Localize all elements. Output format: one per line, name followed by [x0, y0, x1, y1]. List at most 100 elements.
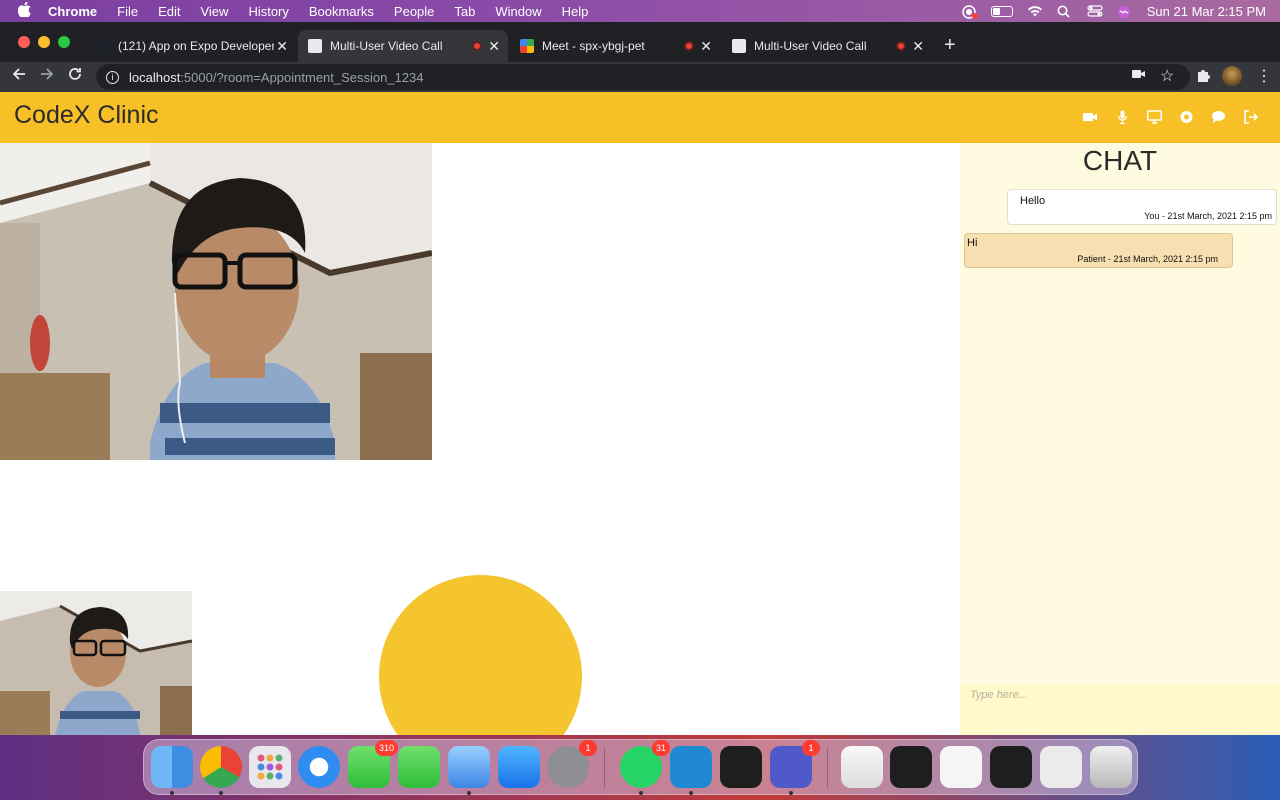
extensions-puzzle-icon[interactable] — [1196, 68, 1210, 85]
menu-help[interactable]: Help — [562, 4, 589, 19]
whatsapp-badge: 31 — [651, 740, 670, 756]
browser-tab-video-call-active[interactable]: Multi-User Video Call ✕ — [298, 30, 508, 62]
forward-button[interactable] — [40, 67, 54, 86]
apple-menu-icon[interactable] — [17, 1, 34, 21]
browser-tab-video-call[interactable]: Multi-User Video Call ✕ — [722, 30, 932, 62]
minimize-window-button[interactable] — [38, 36, 50, 48]
chat-message-you: Hello You - 21st March, 2021 2:15 pm — [1007, 189, 1277, 225]
call-controls — [1083, 110, 1259, 125]
control-center-icon[interactable] — [1087, 5, 1103, 17]
siri-icon[interactable] — [1117, 5, 1133, 18]
xcode-simulator-icon[interactable] — [448, 746, 490, 795]
tab-title: Multi-User Video Call — [754, 39, 867, 53]
recording-indicator-icon — [472, 41, 482, 51]
browser-menu-icon[interactable]: ⋮ — [1256, 66, 1272, 86]
close-window-button[interactable] — [18, 36, 30, 48]
macos-dock: 310 1 31 1 — [143, 739, 1138, 795]
running-dot — [467, 791, 471, 795]
menu-history[interactable]: History — [248, 4, 288, 19]
recording-indicator-icon — [896, 41, 906, 51]
minimized-window-4[interactable] — [990, 746, 1032, 788]
browser-tab-expo[interactable]: (121) App on Expo Developer T ✕ — [86, 30, 296, 62]
menu-edit[interactable]: Edit — [158, 4, 180, 19]
trash-icon[interactable] — [1090, 746, 1132, 788]
microphone-icon[interactable] — [1115, 110, 1130, 125]
leave-call-icon[interactable] — [1243, 110, 1259, 124]
chat-icon[interactable] — [1211, 110, 1226, 124]
browser-tab-strip: (121) App on Expo Developer T ✕ Multi-Us… — [0, 22, 1280, 62]
message-text: Hi — [967, 237, 978, 249]
bookmark-star-icon[interactable]: ☆ — [1160, 66, 1174, 86]
screen-recording-icon[interactable] — [961, 5, 978, 19]
app-header: CodeX Clinic — [0, 92, 1280, 143]
tab-title: Multi-User Video Call — [330, 39, 443, 53]
quicktime-icon[interactable] — [720, 746, 762, 788]
microsoft-teams-icon[interactable]: 1 — [770, 740, 820, 795]
whatsapp-icon[interactable]: 31 — [620, 740, 670, 795]
menu-app-name[interactable]: Chrome — [48, 4, 97, 19]
dock-separator — [827, 748, 828, 788]
messages-badge: 310 — [374, 740, 398, 756]
close-tab-icon[interactable]: ✕ — [276, 38, 288, 55]
system-preferences-icon[interactable]: 1 — [547, 740, 597, 788]
close-tab-icon[interactable]: ✕ — [488, 38, 500, 55]
back-button[interactable] — [12, 67, 26, 86]
minimized-window-1[interactable] — [841, 746, 883, 788]
close-tab-icon[interactable]: ✕ — [700, 38, 712, 55]
minimized-window-5[interactable] — [1040, 746, 1082, 788]
menubar-clock[interactable]: Sun 21 Mar 2:15 PM — [1147, 4, 1266, 19]
teams-badge: 1 — [802, 740, 820, 756]
video-call-favicon-icon — [732, 39, 746, 53]
system-preferences-badge: 1 — [579, 740, 597, 756]
screen-share-icon[interactable] — [1147, 110, 1162, 124]
close-tab-icon[interactable]: ✕ — [912, 38, 924, 55]
record-icon[interactable] — [1179, 110, 1194, 124]
expo-favicon-icon — [96, 39, 110, 53]
running-dot — [170, 791, 174, 795]
app-store-icon[interactable] — [498, 746, 540, 788]
tab-title: (121) App on Expo Developer T — [118, 39, 274, 53]
wifi-icon[interactable] — [1027, 5, 1043, 17]
address-bar[interactable]: i localhost:5000/?room=Appointment_Sessi… — [96, 64, 1190, 90]
menu-bookmarks[interactable]: Bookmarks — [309, 4, 374, 19]
launchpad-icon[interactable] — [249, 746, 291, 788]
battery-icon[interactable] — [990, 5, 1013, 17]
menu-people[interactable]: People — [394, 4, 434, 19]
google-meet-favicon-icon — [520, 39, 534, 53]
menu-view[interactable]: View — [200, 4, 228, 19]
chat-title: CHAT — [1082, 145, 1158, 176]
running-dot — [689, 791, 693, 795]
vscode-icon[interactable] — [670, 746, 712, 795]
menu-tab[interactable]: Tab — [454, 4, 475, 19]
facetime-icon[interactable] — [398, 746, 440, 788]
macos-menu-bar: Chrome File Edit View History Bookmarks … — [0, 0, 1280, 22]
menu-window[interactable]: Window — [495, 4, 541, 19]
chat-input[interactable] — [960, 684, 1280, 735]
chrome-icon[interactable] — [200, 746, 242, 795]
finder-icon[interactable] — [151, 746, 193, 795]
video-call-favicon-icon — [308, 39, 322, 53]
minimized-window-2[interactable] — [890, 746, 932, 788]
camera-in-use-icon[interactable] — [1132, 68, 1146, 83]
profile-avatar[interactable] — [1222, 66, 1242, 86]
reload-button[interactable] — [68, 67, 82, 86]
maximize-window-button[interactable] — [58, 36, 70, 48]
video-camera-icon[interactable] — [1083, 110, 1098, 124]
safari-icon[interactable] — [298, 746, 340, 788]
browser-tab-meet[interactable]: Meet - spx-ybgj-pet ✕ — [510, 30, 720, 62]
new-tab-button[interactable]: + — [944, 34, 956, 57]
address-path: :5000/?room=Appointment_Session_1234 — [180, 69, 424, 85]
running-dot — [789, 791, 793, 795]
minimized-window-3[interactable] — [940, 746, 982, 788]
window-controls — [18, 36, 70, 48]
address-host: localhost — [129, 69, 181, 85]
spotlight-search-icon[interactable] — [1057, 5, 1073, 18]
message-meta: Patient - 21st March, 2021 2:15 pm — [1077, 254, 1218, 264]
browser-toolbar: i localhost:5000/?room=Appointment_Sessi… — [0, 62, 1280, 92]
site-info-icon[interactable]: i — [106, 70, 119, 84]
messages-icon[interactable]: 310 — [348, 740, 398, 788]
menu-file[interactable]: File — [117, 4, 138, 19]
running-dot — [639, 791, 643, 795]
brand-title: CodeX Clinic — [14, 101, 159, 129]
dock-separator — [604, 748, 605, 788]
